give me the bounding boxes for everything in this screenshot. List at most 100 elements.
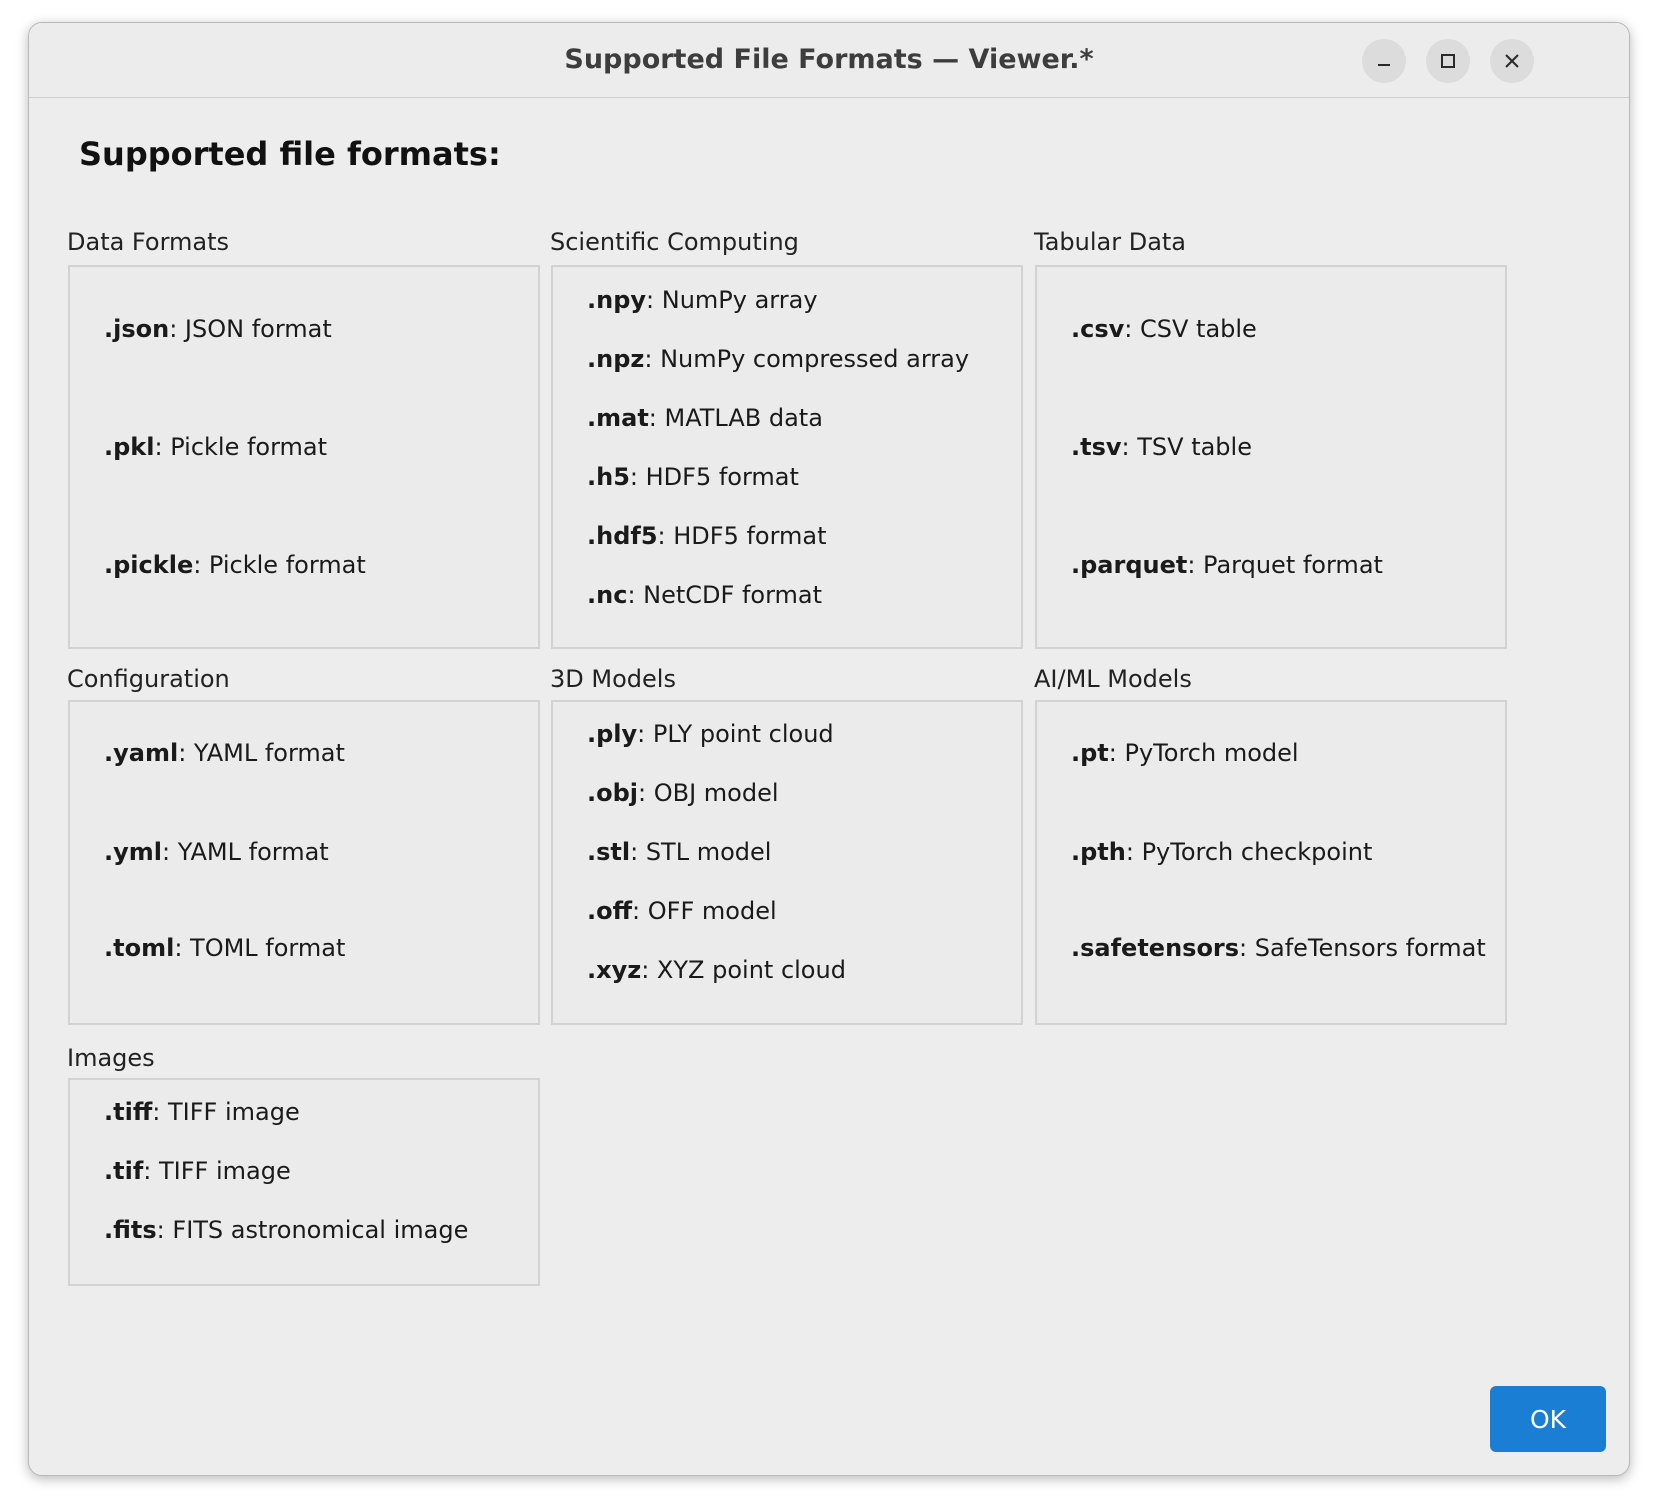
title-bar: Supported File Formats — Viewer.* [29,23,1629,98]
format-extension: .ply [587,720,638,748]
format-item: .tif: TIFF image [104,1157,291,1185]
format-description: : TOML format [174,934,346,962]
format-extension: .tiff [104,1098,153,1126]
format-description: : STL model [630,838,772,866]
group-label: Configuration [67,665,230,693]
format-item: .pickle: Pickle format [104,551,366,579]
format-description: : HDF5 format [657,522,827,550]
format-extension: .npz [587,345,645,373]
format-description: : JSON format [169,315,332,343]
format-description: : XYZ point cloud [641,956,846,984]
format-extension: .tsv [1071,433,1122,461]
group-label: AI/ML Models [1034,665,1192,693]
group-box: .csv: CSV table .tsv: TSV table .parquet: … [1035,265,1507,649]
format-extension: .parquet [1071,551,1188,579]
format-description: : Pickle format [154,433,328,461]
group-label: Scientific Computing [550,228,799,256]
format-extension: .obj [587,779,639,807]
ok-button[interactable]: OK [1490,1386,1606,1452]
format-item: .tiff: TIFF image [104,1098,300,1126]
format-description: : NetCDF format [627,581,823,609]
format-item: .ply: PLY point cloud [587,720,834,748]
format-description: : CSV table [1124,315,1257,343]
format-extension: .pt [1071,739,1109,767]
format-description: : YAML format [162,838,329,866]
format-item: .pth: PyTorch checkpoint [1071,838,1372,866]
format-description: : NumPy compressed array [644,345,970,373]
format-item: .hdf5: HDF5 format [587,522,827,550]
format-item: .pkl: Pickle format [104,433,327,461]
format-description: : MATLAB data [648,404,823,432]
format-extension: .csv [1071,315,1125,343]
format-description: : Parquet format [1187,551,1383,579]
format-extension: .hdf5 [587,522,658,550]
format-extension: .tif [104,1157,144,1185]
group-label: Tabular Data [1034,228,1187,256]
format-description: : PLY point cloud [637,720,834,748]
group-label: Images [67,1044,155,1072]
format-extension: .pkl [104,433,155,461]
minimize-icon [1378,64,1390,66]
format-item: .obj: OBJ model [587,779,779,807]
format-description: : NumPy array [646,286,818,314]
group-box: .json: JSON format .pkl: Pickle format .pi… [68,265,540,649]
format-extension: .nc [587,581,628,609]
format-item: .parquet: Parquet format [1071,551,1383,579]
page-heading: Supported file formats: [79,135,501,173]
format-item: .mat: MATLAB data [587,404,823,432]
format-item: .stl: STL model [587,838,771,866]
format-item: .h5: HDF5 format [587,463,799,491]
format-extension: .off [587,897,633,925]
minimize-button[interactable] [1362,39,1406,83]
format-description: : HDF5 format [629,463,799,491]
group-box: .ply: PLY point cloud .obj: OBJ model .stl… [551,700,1023,1025]
format-description: : PyTorch checkpoint [1125,838,1373,866]
format-extension: .stl [587,838,631,866]
format-item: .npy: NumPy array [587,286,818,314]
group-box: .yaml: YAML format .yml: YAML format .toml… [68,700,540,1025]
format-item: .csv: CSV table [1071,315,1257,343]
format-description: : TIFF image [143,1157,291,1185]
format-extension: .xyz [587,956,642,984]
group-box: .npy: NumPy array .npz: NumPy compressed … [551,265,1023,649]
format-extension: .mat [587,404,649,432]
format-item: .yml: YAML format [104,838,329,866]
format-item: .pt: PyTorch model [1071,739,1299,767]
format-extension: .yaml [104,739,179,767]
format-extension: .pickle [104,551,194,579]
format-item: .safetensors: SafeTensors format [1071,934,1486,962]
format-extension: .yml [104,838,162,866]
group-box: .tiff: TIFF image .tif: TIFF image .fits: … [68,1078,540,1286]
format-description: : SafeTensors format [1239,934,1486,962]
format-item: .off: OFF model [587,897,777,925]
format-description: : TSV table [1121,433,1252,461]
format-item: .json: JSON format [104,315,332,343]
format-extension: .h5 [587,463,630,491]
format-item: .yaml: YAML format [104,739,345,767]
format-item: .fits: FITS astronomical image [104,1216,468,1244]
format-description: : OFF model [632,897,777,925]
format-item: .tsv: TSV table [1071,433,1252,461]
close-button[interactable] [1490,39,1534,83]
format-item: .toml: TOML format [104,934,345,962]
format-description: : PyTorch model [1108,739,1299,767]
format-item: .xyz: XYZ point cloud [587,956,846,984]
group-label: Data Formats [67,228,230,256]
format-extension: .pth [1071,838,1126,866]
dialog-window: Supported File Formats — Viewer.* Suppor… [28,22,1630,1476]
maximize-icon [1441,54,1455,68]
format-description: : OBJ model [638,779,779,807]
format-description: : YAML format [178,739,345,767]
format-item: .nc: NetCDF format [587,581,822,609]
format-description: : FITS astronomical image [156,1216,469,1244]
maximize-button[interactable] [1426,39,1470,83]
format-extension: .safetensors [1071,934,1240,962]
group-box: .pt: PyTorch model .pth: PyTorch checkpoi… [1035,700,1507,1025]
format-extension: .json [104,315,170,343]
format-extension: .npy [587,286,647,314]
format-description: : TIFF image [152,1098,300,1126]
format-description: : Pickle format [193,551,366,579]
group-label: 3D Models [550,665,676,693]
format-item: .npz: NumPy compressed array [587,345,969,373]
format-extension: .fits [104,1216,157,1244]
